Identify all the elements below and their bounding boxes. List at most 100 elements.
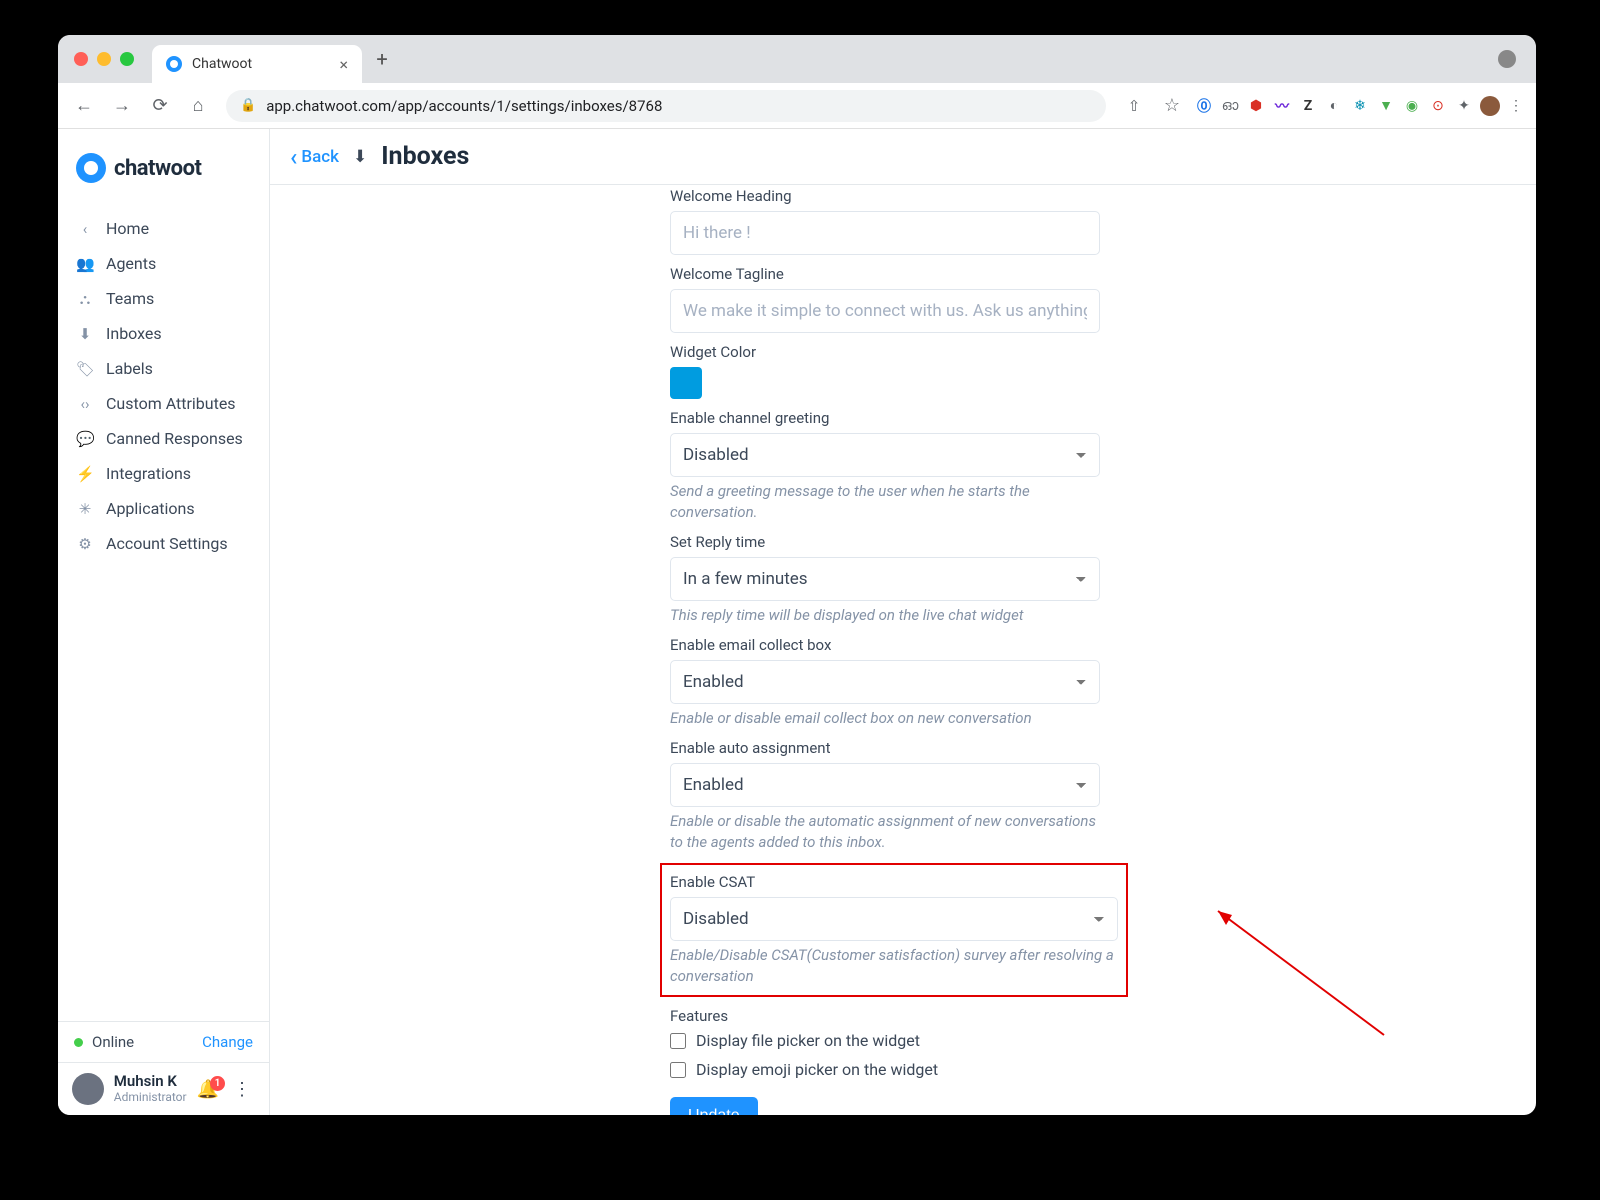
chat-icon: 💬	[76, 430, 94, 448]
auto-assignment-hint: Enable or disable the automatic assignme…	[670, 811, 1100, 853]
back-link[interactable]: Back	[290, 147, 339, 167]
ext-shield-icon[interactable]: ⬢	[1246, 96, 1266, 116]
auto-assignment-select[interactable]: Enabled	[670, 763, 1100, 807]
ext-vue-icon[interactable]: ▼	[1376, 96, 1396, 116]
bookmark-star-icon[interactable]: ☆	[1156, 90, 1188, 122]
maximize-window-button[interactable]	[120, 52, 134, 66]
ext-lang-icon[interactable]: ഓ	[1220, 96, 1240, 116]
field-email-collect: Enable email collect box Enabled Enable …	[670, 636, 1100, 729]
share-icon[interactable]: ⇧	[1118, 90, 1150, 122]
field-features: Features Display file picker on the widg…	[670, 1007, 1100, 1079]
field-reply-time: Set Reply time In a few minutes This rep…	[670, 533, 1100, 626]
nav-canned-responses[interactable]: 💬 Canned Responses	[62, 421, 265, 456]
nav-label: Account Settings	[106, 534, 228, 553]
welcome-heading-label: Welcome Heading	[670, 187, 1100, 205]
nav-applications[interactable]: ✳ Applications	[62, 491, 265, 526]
ext-1password-icon[interactable]: ⓪	[1194, 96, 1214, 116]
code-icon: ‹›	[76, 395, 94, 413]
address-bar[interactable]: 🔒 app.chatwoot.com/app/accounts/1/settin…	[226, 90, 1106, 122]
csat-select[interactable]: Disabled	[670, 897, 1118, 941]
channel-greeting-select[interactable]: Disabled	[670, 433, 1100, 477]
update-button[interactable]: Update	[670, 1097, 758, 1115]
header-inbox-icon: ⬇	[353, 147, 367, 167]
page-header: Back ⬇ Inboxes	[270, 129, 1536, 185]
home-button[interactable]: ⌂	[182, 90, 214, 122]
feature-emoji-checkbox[interactable]	[670, 1062, 686, 1078]
user-menu-icon[interactable]: ⋮	[229, 1079, 255, 1100]
status-row[interactable]: Online Change	[58, 1022, 269, 1062]
channel-greeting-label: Enable channel greeting	[670, 409, 1100, 427]
feature-file-row: Display file picker on the widget	[670, 1031, 1100, 1050]
nav-teams[interactable]: ⛬Teams	[62, 281, 265, 316]
user-info: Muhsin K Administrator	[114, 1073, 187, 1104]
nav-custom-attributes[interactable]: ‹› Custom Attributes	[62, 386, 265, 421]
nav-agents[interactable]: 👥Agents	[62, 246, 265, 281]
ext-puzzle-icon[interactable]: ✦	[1454, 96, 1474, 116]
feature-file-label: Display file picker on the widget	[696, 1031, 920, 1050]
welcome-tagline-input[interactable]	[670, 289, 1100, 333]
user-avatar[interactable]	[72, 1073, 104, 1105]
minimize-window-button[interactable]	[97, 52, 111, 66]
reload-button[interactable]: ⟳	[144, 90, 176, 122]
nav-label: Custom Attributes	[106, 394, 236, 413]
ext-grammarly-icon[interactable]: ◉	[1402, 96, 1422, 116]
ext-profile-icon[interactable]	[1480, 96, 1500, 116]
browser-tab[interactable]: Chatwoot ×	[152, 45, 362, 83]
nav-integrations[interactable]: ⚡Integrations	[62, 456, 265, 491]
user-name: Muhsin K	[114, 1073, 187, 1090]
chrome-menu-icon[interactable]: ⋮	[1506, 96, 1526, 116]
reply-time-select[interactable]: In a few minutes	[670, 557, 1100, 601]
nav-home[interactable]: ‹Home	[62, 211, 265, 246]
bolt-icon: ⚡	[76, 465, 94, 483]
user-role: Administrator	[114, 1091, 187, 1105]
ext-wave-icon[interactable]: 〰	[1272, 96, 1292, 116]
nav-label: Home	[106, 219, 149, 238]
nav-labels[interactable]: 🏷Labels	[62, 351, 265, 386]
logo-text: chatwoot	[114, 156, 201, 181]
lock-icon: 🔒	[240, 98, 256, 113]
field-welcome-heading: Welcome Heading	[670, 187, 1100, 255]
sidebar: chatwoot ‹Home 👥Agents ⛬Teams ⬇Inboxes 🏷…	[58, 129, 270, 1115]
nav-list: ‹Home 👥Agents ⛬Teams ⬇Inboxes 🏷Labels ‹›…	[58, 211, 269, 561]
status-text: Online	[92, 1033, 134, 1051]
ext-record-icon[interactable]: ⊙	[1428, 96, 1448, 116]
nav-label: Canned Responses	[106, 429, 243, 448]
field-welcome-tagline: Welcome Tagline	[670, 265, 1100, 333]
reply-time-hint: This reply time will be displayed on the…	[670, 605, 1100, 626]
email-collect-label: Enable email collect box	[670, 636, 1100, 654]
ext-circle-icon[interactable]: ◐	[1324, 96, 1344, 116]
browser-window: Chatwoot × + ← → ⟳ ⌂ 🔒 app.chatwoot.com/…	[58, 35, 1536, 1115]
email-collect-select[interactable]: Enabled	[670, 660, 1100, 704]
nav-label: Teams	[106, 289, 154, 308]
sidebar-footer: Online Change Muhsin K Administrator 🔔1 …	[58, 1021, 269, 1115]
nav-label: Labels	[106, 359, 153, 378]
auto-assignment-label: Enable auto assignment	[670, 739, 1100, 757]
nav-inboxes[interactable]: ⬇Inboxes	[62, 316, 265, 351]
widget-color-swatch[interactable]	[670, 367, 702, 399]
close-window-button[interactable]	[74, 52, 88, 66]
titlebar: Chatwoot × +	[58, 35, 1536, 83]
content-scroll[interactable]: Welcome Heading Welcome Tagline Widget C…	[270, 185, 1536, 1115]
app-frame: chatwoot ‹Home 👥Agents ⛬Teams ⬇Inboxes 🏷…	[58, 129, 1536, 1115]
url-text: app.chatwoot.com/app/accounts/1/settings…	[266, 97, 662, 115]
nav-back-button[interactable]: ←	[68, 90, 100, 122]
ext-z-icon[interactable]: Z	[1298, 96, 1318, 116]
feature-file-checkbox[interactable]	[670, 1033, 686, 1049]
asterisk-icon: ✳	[76, 500, 94, 518]
ext-snowflake-icon[interactable]: ❄	[1350, 96, 1370, 116]
new-tab-button[interactable]: +	[368, 45, 396, 73]
welcome-heading-input[interactable]	[670, 211, 1100, 255]
status-dot-icon	[74, 1038, 83, 1047]
logo[interactable]: chatwoot	[58, 129, 269, 211]
nav-forward-button[interactable]: →	[106, 90, 138, 122]
change-status-link[interactable]: Change	[202, 1033, 253, 1051]
extensions: ⓪ ഓ ⬢ 〰 Z ◐ ❄ ▼ ◉ ⊙ ✦ ⋮	[1194, 96, 1526, 116]
nav-account-settings[interactable]: ⚙ Account Settings	[62, 526, 265, 561]
field-channel-greeting: Enable channel greeting Disabled Send a …	[670, 409, 1100, 523]
close-tab-icon[interactable]: ×	[339, 55, 348, 74]
notifications-icon[interactable]: 🔔1	[197, 1079, 219, 1100]
gear-icon: ⚙	[76, 535, 94, 553]
features-label: Features	[670, 1007, 1100, 1025]
titlebar-avatar[interactable]	[1498, 50, 1516, 68]
nav-label: Applications	[106, 499, 195, 518]
